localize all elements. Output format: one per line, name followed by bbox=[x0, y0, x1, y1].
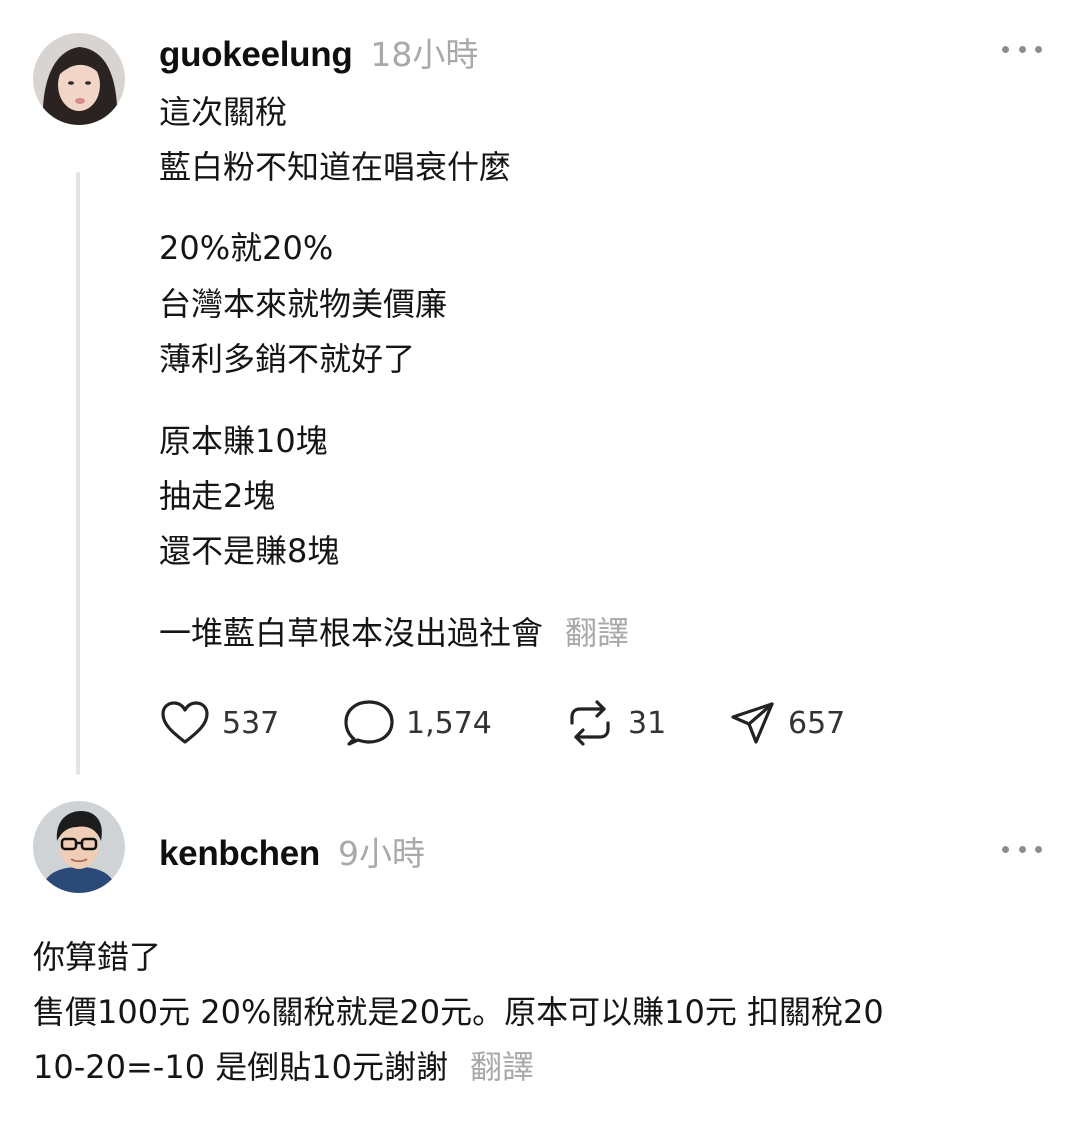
repost-button[interactable]: 31 bbox=[564, 698, 666, 748]
share-count: 657 bbox=[788, 705, 846, 741]
post-text-line: 台灣本來就物美價廉 bbox=[159, 285, 448, 323]
username[interactable]: kenbchen bbox=[159, 834, 320, 874]
post-text-line: 這次關稅 bbox=[159, 93, 288, 131]
username[interactable]: guokeelung bbox=[159, 35, 353, 75]
reply-text: 10-20=-10 是倒貼10元謝謝 bbox=[33, 1048, 448, 1086]
share-icon bbox=[731, 702, 774, 744]
more-icon[interactable] bbox=[1002, 842, 1042, 856]
reply-text-line: 售價100元 20%關稅就是20元。原本可以賺10元 扣關稅20 bbox=[33, 993, 884, 1031]
reply-text-line-last: 10-20=-10 是倒貼10元謝謝 翻譯 bbox=[33, 1047, 534, 1087]
avatar-image bbox=[33, 801, 125, 893]
comment-button[interactable]: 1,574 bbox=[344, 698, 492, 748]
like-count: 537 bbox=[222, 705, 280, 741]
post-text-line: 原本賺10塊 bbox=[159, 422, 328, 460]
post-text-line: 抽走2塊 bbox=[159, 477, 276, 515]
post-text-line: 藍白粉不知道在唱衰什麼 bbox=[159, 148, 512, 186]
reply-header: kenbchen 9小時 bbox=[159, 827, 425, 875]
post-text-line: 還不是賺8塊 bbox=[159, 532, 340, 570]
comment-icon bbox=[344, 700, 394, 746]
translate-link[interactable]: 翻譯 bbox=[565, 614, 629, 652]
like-button[interactable]: 537 bbox=[160, 698, 279, 748]
more-icon[interactable] bbox=[1002, 42, 1042, 56]
post-text-line: 薄利多銷不就好了 bbox=[159, 340, 416, 378]
comment-count: 1,574 bbox=[406, 705, 492, 741]
avatar-image bbox=[33, 33, 125, 125]
reply-time: 9小時 bbox=[337, 834, 425, 873]
repost-icon bbox=[570, 700, 610, 746]
avatar[interactable] bbox=[33, 33, 125, 125]
post-time: 18小時 bbox=[370, 35, 479, 74]
post-text-line: 20%就20% bbox=[159, 229, 334, 267]
post-header: guokeelung 18小時 bbox=[159, 28, 478, 76]
translate-link[interactable]: 翻譯 bbox=[470, 1048, 534, 1086]
share-button[interactable]: 657 bbox=[730, 698, 845, 748]
avatar[interactable] bbox=[33, 801, 125, 893]
repost-count: 31 bbox=[628, 705, 667, 741]
post-text: 一堆藍白草根本沒出過社會 bbox=[159, 614, 544, 652]
heart-icon bbox=[161, 701, 209, 744]
thread-line bbox=[76, 172, 80, 775]
post-text-line-last: 一堆藍白草根本沒出過社會 翻譯 bbox=[159, 613, 629, 653]
reply-text-line: 你算錯了 bbox=[33, 938, 162, 976]
